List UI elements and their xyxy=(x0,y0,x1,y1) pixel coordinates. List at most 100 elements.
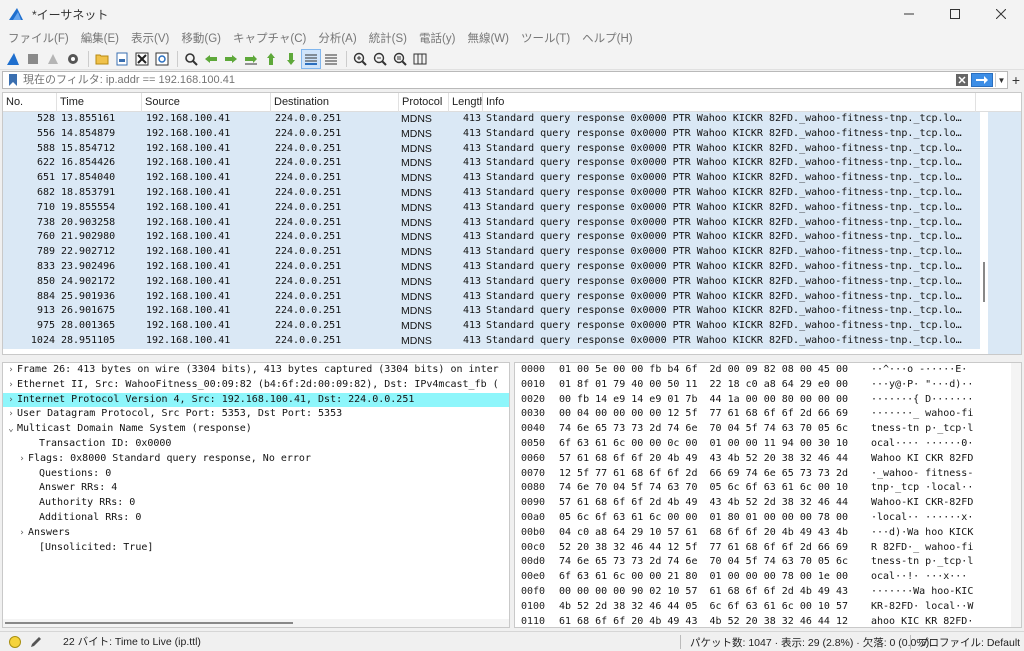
table-row[interactable]: 528 13.855161 192.168.100.41 224.0.0.251 MDN… xyxy=(3,112,980,127)
collapsed-arrow-icon[interactable]: › xyxy=(5,407,17,422)
bytes-row[interactable]: 0070 12 5f 77 61 68 6f 6f 2d 66 69 74 6e … xyxy=(515,467,1021,482)
clear-filter-button[interactable] xyxy=(955,73,969,87)
capture-comment-button[interactable] xyxy=(29,635,43,649)
tree-item[interactable]: › User Datagram Protocol, Src Port: 5353,… xyxy=(3,407,509,422)
go-back-button[interactable] xyxy=(202,50,220,68)
column-header-info[interactable]: Info xyxy=(483,93,976,112)
stop-capture-button[interactable] xyxy=(24,50,42,68)
bytes-row[interactable]: 0080 74 6e 70 04 5f 74 63 70 05 6c 6f 63 … xyxy=(515,481,1021,496)
bytes-row[interactable]: 0090 57 61 68 6f 6f 2d 4b 49 43 4b 52 2d … xyxy=(515,496,1021,511)
table-row[interactable]: 975 28.001365 192.168.100.41 224.0.0.251 MDN… xyxy=(3,319,980,334)
bytes-row[interactable]: 00f0 00 00 00 00 90 02 10 57 61 68 6f 6f … xyxy=(515,585,1021,600)
bytes-row[interactable]: 0000 01 00 5e 00 00 fb b4 6f 2d 00 09 82 … xyxy=(515,363,1021,378)
menu-go[interactable]: 移動(G) xyxy=(175,30,227,46)
tree-item[interactable]: ⌄ Multicast Domain Name System (response) xyxy=(3,422,509,437)
table-row[interactable]: 884 25.901936 192.168.100.41 224.0.0.251 MDN… xyxy=(3,289,980,305)
bytes-row[interactable]: 0060 57 61 68 6f 6f 20 4b 49 43 4b 52 20 … xyxy=(515,452,1021,467)
menu-capture[interactable]: キャプチャ(C) xyxy=(227,30,312,46)
tree-item[interactable]: › Internet Protocol Version 4, Src: 192.1… xyxy=(3,392,509,408)
bytes-row[interactable]: 0040 74 6e 65 73 73 2d 74 6e 70 04 5f 74 … xyxy=(515,422,1021,437)
tree-item[interactable]: Answer RRs: 4 xyxy=(3,481,509,496)
bytes-row[interactable]: 0100 4b 52 2d 38 32 46 44 05 6c 6f 63 61 … xyxy=(515,600,1021,615)
table-row[interactable]: 850 24.902172 192.168.100.41 224.0.0.251 MDN… xyxy=(3,274,980,290)
column-header-time[interactable]: Time xyxy=(57,93,142,112)
column-header-length[interactable]: Length xyxy=(449,93,483,112)
zoom-in-button[interactable] xyxy=(351,50,369,68)
colorize-button[interactable] xyxy=(322,50,340,68)
zoom-out-button[interactable] xyxy=(371,50,389,68)
table-row[interactable]: 651 17.854040 192.168.100.41 224.0.0.251 MDN… xyxy=(3,171,980,186)
bytes-row[interactable]: 00d0 74 6e 65 73 73 2d 74 6e 70 04 5f 74 … xyxy=(515,555,1021,570)
maximize-button[interactable] xyxy=(932,0,978,28)
bytes-row[interactable]: 00a0 05 6c 6f 63 61 6c 00 00 01 80 01 00 … xyxy=(515,511,1021,526)
bytes-row[interactable]: 0030 00 04 00 00 00 00 12 5f 77 61 68 6f … xyxy=(515,407,1021,422)
scrollbar-track[interactable] xyxy=(980,112,988,354)
collapsed-arrow-icon[interactable]: › xyxy=(16,452,28,467)
tree-item[interactable]: › Flags: 0x8000 Standard query response, … xyxy=(3,452,509,467)
tree-item[interactable]: › Frame 26: 413 bytes on wire (3304 bits)… xyxy=(3,363,509,378)
expert-info-indicator[interactable] xyxy=(9,635,21,648)
menu-tools[interactable]: ツール(T) xyxy=(515,30,576,46)
minimize-button[interactable] xyxy=(886,0,932,28)
apply-filter-button[interactable] xyxy=(971,73,993,87)
menu-help[interactable]: ヘルプ(H) xyxy=(576,30,638,46)
tree-item[interactable]: Authority RRs: 0 xyxy=(3,496,509,511)
column-header-destination[interactable]: Destination xyxy=(271,93,399,112)
close-button[interactable] xyxy=(978,0,1024,28)
bytes-row[interactable]: 00e0 6f 63 61 6c 00 00 21 80 01 00 00 00 … xyxy=(515,570,1021,585)
table-row[interactable]: 738 20.903258 192.168.100.41 224.0.0.251 MDN… xyxy=(3,215,980,231)
table-row[interactable]: 789 22.902712 192.168.100.41 224.0.0.251 MDN… xyxy=(3,245,980,260)
details-horizontal-scrollbar[interactable] xyxy=(3,619,509,627)
tree-item[interactable]: › Ethernet II, Src: WahooFitness_00:09:82… xyxy=(3,378,509,393)
bytes-scrollbar[interactable] xyxy=(1011,363,1021,627)
autoscroll-button[interactable] xyxy=(301,48,321,69)
scrollbar-thumb[interactable] xyxy=(5,622,293,624)
collapsed-arrow-icon[interactable]: › xyxy=(5,378,17,393)
bytes-row[interactable]: 00b0 04 c0 a8 64 29 10 57 61 68 6f 6f 20 … xyxy=(515,526,1021,541)
column-header-source[interactable]: Source xyxy=(142,93,271,112)
bytes-row[interactable]: 0010 01 8f 01 79 40 00 50 11 22 18 c0 a8 … xyxy=(515,378,1021,393)
close-file-button[interactable] xyxy=(133,50,151,68)
bytes-row[interactable]: 0110 61 68 6f 6f 20 4b 49 43 4b 52 20 38 … xyxy=(515,615,1021,627)
go-forward-button[interactable] xyxy=(222,50,240,68)
go-first-button[interactable] xyxy=(262,50,280,68)
start-capture-button[interactable] xyxy=(4,50,22,68)
scrollbar-thumb[interactable] xyxy=(983,262,985,302)
collapsed-arrow-icon[interactable]: › xyxy=(16,526,28,541)
packet-list-scrollbar[interactable] xyxy=(980,112,1021,354)
menu-analyze[interactable]: 分析(A) xyxy=(312,30,362,46)
resize-columns-button[interactable] xyxy=(411,50,429,68)
table-row[interactable]: 710 19.855554 192.168.100.41 224.0.0.251 MDN… xyxy=(3,200,980,216)
display-filter-input[interactable] xyxy=(23,72,955,88)
filter-history-dropdown[interactable]: ▼ xyxy=(995,73,1007,87)
tree-item[interactable]: Questions: 0 xyxy=(3,467,509,482)
add-filter-button[interactable]: + xyxy=(1010,72,1022,88)
open-file-button[interactable] xyxy=(93,50,111,68)
menu-edit[interactable]: 編集(E) xyxy=(75,30,125,46)
collapsed-arrow-icon[interactable]: › xyxy=(5,393,17,408)
menu-file[interactable]: ファイル(F) xyxy=(2,30,75,46)
restart-capture-button[interactable] xyxy=(44,50,62,68)
menu-wireless[interactable]: 無線(W) xyxy=(461,30,515,46)
tree-item[interactable]: Transaction ID: 0x0000 xyxy=(3,437,509,452)
profile-selector[interactable]: プロファイル: Default xyxy=(918,635,1020,650)
menu-statistics[interactable]: 統計(S) xyxy=(363,30,413,46)
packet-minimap[interactable] xyxy=(988,112,1021,354)
column-header-no[interactable]: No. xyxy=(3,93,57,112)
column-header-protocol[interactable]: Protocol xyxy=(399,93,449,112)
bytes-row[interactable]: 0020 00 fb 14 e9 14 e9 01 7b 44 1a 00 00 … xyxy=(515,393,1021,408)
table-row[interactable]: 760 21.902980 192.168.100.41 224.0.0.251 MDN… xyxy=(3,230,980,246)
tree-item[interactable]: Additional RRs: 0 xyxy=(3,511,509,526)
table-row[interactable]: 833 23.902496 192.168.100.41 224.0.0.251 MDN… xyxy=(3,259,980,275)
bytes-row[interactable]: 00c0 52 20 38 32 46 44 12 5f 77 61 68 6f … xyxy=(515,541,1021,556)
go-to-packet-button[interactable] xyxy=(242,50,260,68)
filter-bookmark-button[interactable] xyxy=(6,73,20,87)
menu-view[interactable]: 表示(V) xyxy=(125,30,175,46)
table-row[interactable]: 622 16.854426 192.168.100.41 224.0.0.251 MDN… xyxy=(3,156,980,172)
save-file-button[interactable] xyxy=(113,50,131,68)
find-packet-button[interactable] xyxy=(182,50,200,68)
table-row[interactable]: 913 26.901675 192.168.100.41 224.0.0.251 MDN… xyxy=(3,304,980,320)
table-row[interactable]: 556 14.854879 192.168.100.41 224.0.0.251 MDN… xyxy=(3,126,980,142)
table-row[interactable]: 1024 28.951105 192.168.100.41 224.0.0.251 MD… xyxy=(3,333,980,349)
menu-telephony[interactable]: 電話(y) xyxy=(413,30,461,46)
